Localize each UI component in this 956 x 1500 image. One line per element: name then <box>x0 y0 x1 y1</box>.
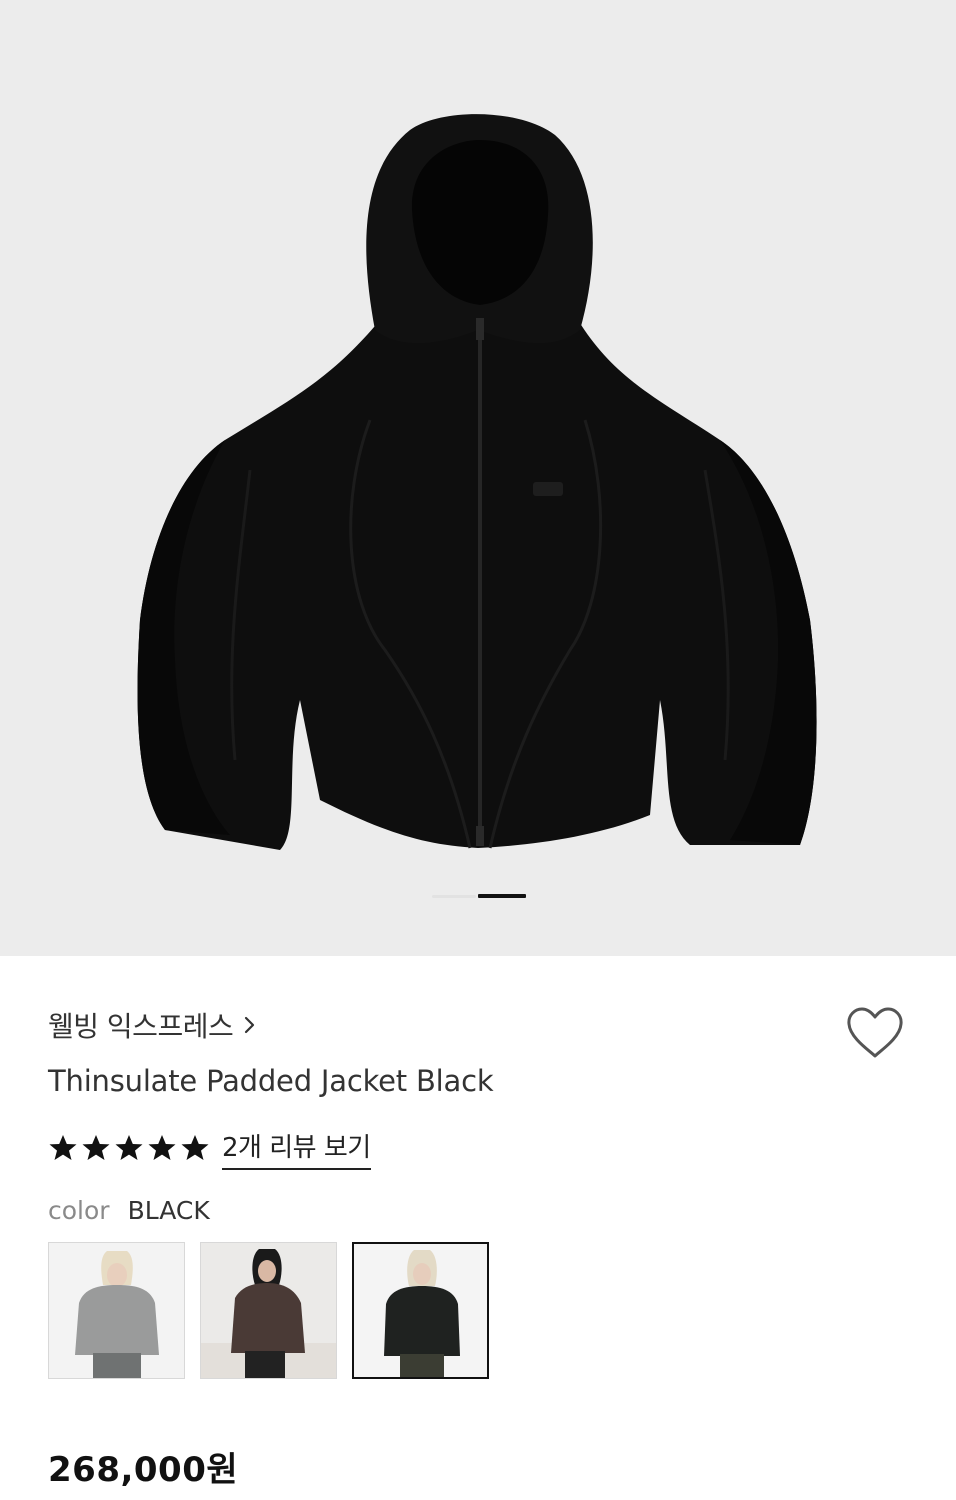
swatch-image-brown <box>201 1243 336 1378</box>
product-image-carousel[interactable] <box>0 0 956 956</box>
swatch-image-grey <box>49 1243 184 1378</box>
star-filled-icon <box>115 1135 143 1160</box>
color-label: color <box>48 1196 110 1225</box>
price: 268,000원 <box>48 1450 239 1490</box>
chevron-right-icon <box>245 1016 255 1034</box>
swatch-image-black <box>354 1244 487 1377</box>
carousel-indicator-1[interactable] <box>432 895 476 898</box>
brand-link[interactable]: 웰빙 익스프레스 <box>48 1005 257 1045</box>
color-swatches <box>48 1242 489 1379</box>
swatch-grey[interactable] <box>48 1242 185 1379</box>
swatch-brown[interactable] <box>200 1242 337 1379</box>
swatch-black-selected[interactable] <box>352 1242 489 1379</box>
carousel-pagination <box>0 894 956 900</box>
review-link[interactable]: 2개 리뷰 보기 <box>222 1127 371 1170</box>
star-rating <box>48 1133 210 1163</box>
star-filled-icon <box>148 1135 176 1160</box>
heart-outline-icon[interactable] <box>844 1004 906 1062</box>
product-image-jacket <box>137 114 817 850</box>
brand-name: 웰빙 익스프레스 <box>48 1010 234 1043</box>
rating-row: 2개 리뷰 보기 <box>48 1126 371 1170</box>
color-value: BLACK <box>127 1196 210 1225</box>
color-row: color BLACK <box>48 1196 210 1225</box>
product-title: Thinsulate Padded Jacket Black <box>48 1064 494 1098</box>
star-filled-icon <box>181 1135 209 1160</box>
carousel-indicator-2-active[interactable] <box>478 894 526 898</box>
star-filled-icon <box>49 1135 77 1160</box>
star-filled-icon <box>82 1135 110 1160</box>
